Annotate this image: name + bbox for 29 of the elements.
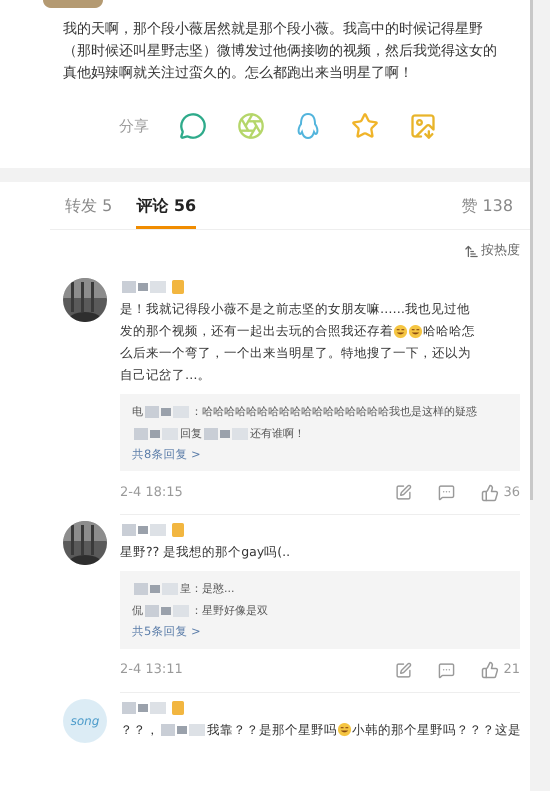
comment-text: 星野?? 是我想的那个gay吗(.. <box>120 543 290 562</box>
sort-button[interactable]: 按热度 <box>464 241 520 261</box>
comment-text: 么后来一个弯了，一个出来当明星了。特地搜了一下，还以为 <box>120 344 471 362</box>
comment-text: 是！我就记得段小薇不是之前志坚的女朋友嘛……我也见过他 <box>120 300 470 318</box>
tab[interactable]: 评论 56 <box>136 194 196 229</box>
comment-text: ？？， <box>120 720 159 738</box>
more-replies-link[interactable]: 共8条回复 > <box>132 446 508 464</box>
comment-text: 回复 <box>180 426 202 442</box>
comment-text: 还有谁啊！ <box>250 426 305 442</box>
comment-time: 2-4 18:15 <box>120 484 184 502</box>
comment-text: 哈哈哈怎 <box>423 322 475 340</box>
comment-text: ：哈哈哈哈哈哈哈哈哈哈哈哈哈哈哈哈哈我也是这样的疑惑 <box>191 404 477 420</box>
post-text: 我的天啊，那个段小薇居然就是那个段小薇。我高中的时候记得星野（那时候还叫星野志坚）微博发过他俩接吻的视频，然后我觉得这女的真他妈辣啊就关注过蛮久的。怎么都跑出来当明星了啊！ <box>63 20 498 83</box>
comment-text: 小韩的那个星野吗？？？这是 <box>352 720 521 738</box>
like-count: 21 <box>503 661 520 680</box>
comment-text: 皇：是憨... <box>180 581 234 598</box>
likes-tab[interactable]: 赞 138 <box>461 194 515 229</box>
like-count: 36 <box>503 484 520 502</box>
comment-text: ：星野好像是双 <box>191 603 268 620</box>
share-label: 分享 <box>119 116 149 137</box>
comment-text: 电 <box>132 404 143 420</box>
comment-text: 自己记岔了…。 <box>120 366 210 384</box>
comment-time: 2-4 13:11 <box>120 661 184 680</box>
tab[interactable]: 转发 5 <box>65 194 112 229</box>
comment-text: 侃 <box>132 603 143 620</box>
comment-text: 我靠？？是那个星野吗 <box>207 720 337 738</box>
avatar[interactable]: song <box>63 698 107 742</box>
comment-text: 发的那个视频，还有一起出去玩的合照我还存着 <box>120 322 393 340</box>
more-replies-link[interactable]: 共5条回复 > <box>132 623 508 640</box>
